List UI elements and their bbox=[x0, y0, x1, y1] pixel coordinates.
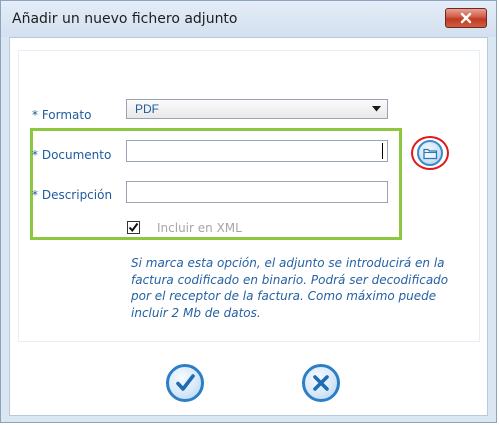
documento-input[interactable] bbox=[126, 140, 388, 162]
title-bar[interactable]: Añadir un nuevo fichero adjunto bbox=[1, 1, 496, 37]
formato-label-text: Formato bbox=[41, 108, 92, 122]
cancel-button[interactable] bbox=[302, 364, 340, 402]
browse-button-circle bbox=[417, 140, 443, 166]
x-icon bbox=[313, 375, 329, 391]
required-mark: * bbox=[32, 148, 38, 162]
documento-label: * Documento bbox=[32, 148, 111, 162]
required-mark: * bbox=[32, 188, 38, 202]
required-mark: * bbox=[32, 108, 38, 122]
dialog-title: Añadir un nuevo fichero adjunto bbox=[12, 11, 238, 27]
documento-label-text: Documento bbox=[41, 148, 112, 162]
incluir-xml-checkbox[interactable] bbox=[127, 221, 140, 234]
browse-button[interactable] bbox=[411, 136, 449, 170]
close-button[interactable] bbox=[445, 8, 487, 28]
formato-selected-value: PDF bbox=[135, 102, 159, 116]
formato-label: * Formato bbox=[32, 108, 91, 122]
close-icon bbox=[460, 12, 472, 24]
checkmark-icon bbox=[176, 374, 195, 391]
chevron-down-icon bbox=[372, 106, 381, 112]
descripcion-label: * Descripción bbox=[32, 188, 112, 202]
checkmark-icon bbox=[128, 222, 139, 233]
folder-icon bbox=[423, 148, 438, 160]
descripcion-input[interactable] bbox=[126, 181, 388, 203]
text-cursor bbox=[382, 143, 383, 159]
formato-select[interactable]: PDF bbox=[126, 99, 388, 119]
descripcion-label-text: Descripción bbox=[41, 188, 113, 202]
accept-button[interactable] bbox=[166, 364, 204, 402]
help-text: Si marca esta opción, el adjunto se intr… bbox=[131, 256, 449, 320]
incluir-xml-label: Incluir en XML bbox=[157, 221, 242, 235]
